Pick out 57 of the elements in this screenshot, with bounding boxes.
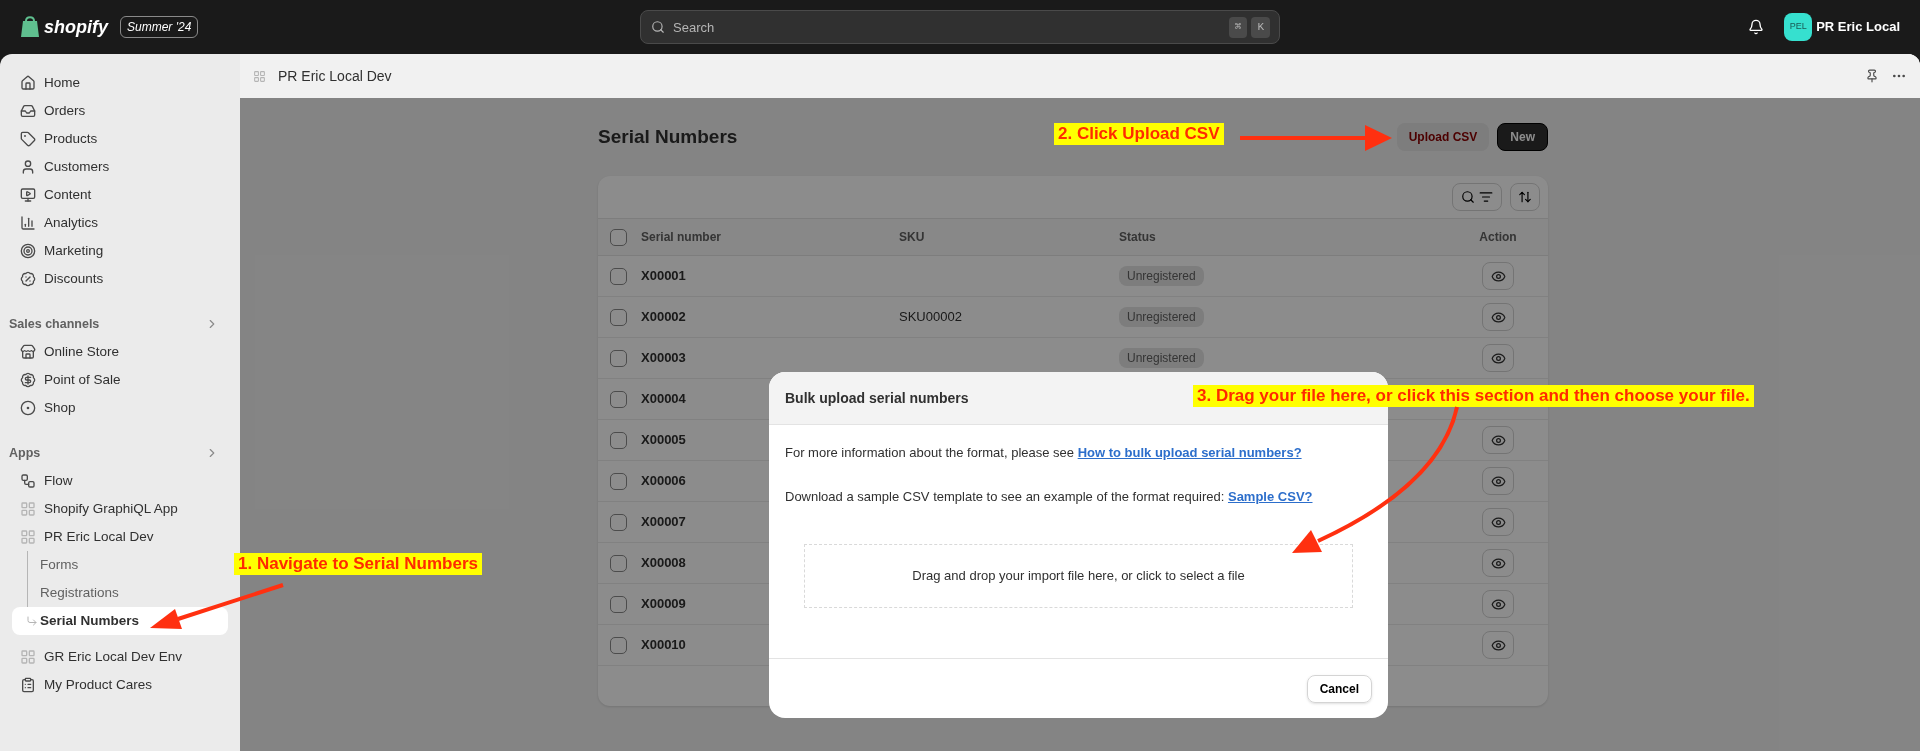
section-heading: Apps xyxy=(9,444,41,462)
store-name[interactable]: PR Eric Local xyxy=(1816,17,1900,37)
status-badge: Unregistered xyxy=(1119,266,1204,287)
column-header: Action xyxy=(1479,229,1517,246)
sidebar-item[interactable]: GR Eric Local Dev Env xyxy=(12,643,228,671)
column-header: Status xyxy=(1119,229,1157,246)
serial-cell: X00009 xyxy=(641,596,686,612)
shortcut-key: K xyxy=(1251,17,1270,38)
sidebar-item[interactable]: Serial Numbers xyxy=(12,607,228,635)
serial-cell: X00007 xyxy=(641,514,686,530)
serial-cell: X00002 xyxy=(641,309,686,325)
logo-text: shopify xyxy=(44,15,108,39)
sidebar-item[interactable]: Point of Sale xyxy=(12,366,228,394)
help-link[interactable]: How to bulk upload serial numbers? xyxy=(1077,445,1302,460)
help-link[interactable]: Sample CSV? xyxy=(1227,488,1313,504)
dialog-title: Bulk upload serial numbers xyxy=(785,388,969,408)
upload-csv-button[interactable]: Upload CSV xyxy=(1396,123,1490,151)
sidebar-item[interactable]: Registrations xyxy=(12,579,228,607)
serial-cell: X00004 xyxy=(641,391,686,407)
sidebar-item[interactable]: Analytics xyxy=(12,209,228,237)
page-title: Serial Numbers xyxy=(598,124,738,149)
sidebar-item[interactable]: Home xyxy=(12,69,228,97)
serial-cell: X00001 xyxy=(641,268,686,284)
serial-cell: X00003 xyxy=(641,350,686,366)
sidebar-item[interactable]: PR Eric Local Dev xyxy=(12,523,228,551)
serial-cell: X00005 xyxy=(641,432,686,448)
sidebar-item[interactable]: Forms xyxy=(12,551,228,579)
serial-cell: X00010 xyxy=(641,637,686,653)
sidebar-item[interactable]: Orders xyxy=(12,97,228,125)
sidebar-item[interactable]: Flow xyxy=(12,467,228,495)
sidebar-item[interactable]: Content xyxy=(12,181,228,209)
sidebar-item[interactable]: Shopify GraphiQL App xyxy=(12,495,228,523)
sidebar-item[interactable]: My Product Cares xyxy=(12,671,228,699)
info-text: For more information about the format, please see How to bulk upload serial numbers? xyxy=(785,444,1303,462)
sidebar-item[interactable]: Online Store xyxy=(12,338,228,366)
status-badge: Unregistered xyxy=(1119,348,1204,369)
info-text: Download a sample CSV template to see an example of the format required: Sample CSV? xyxy=(785,487,1314,506)
serial-cell: X00008 xyxy=(641,555,686,571)
sidebar-item[interactable]: Products xyxy=(12,125,228,153)
sidebar-item[interactable]: Discounts xyxy=(12,265,228,293)
store-avatar[interactable]: PEL xyxy=(1784,13,1813,41)
serial-cell: X00006 xyxy=(641,473,686,489)
sidebar-item[interactable]: Shop xyxy=(12,394,228,422)
sidebar-item[interactable]: Customers xyxy=(12,153,228,181)
edition-badge: Summer '24 xyxy=(120,16,199,38)
annotation-label: 3. Drag your file here, or click this section and then choose your file. xyxy=(1193,385,1754,407)
column-header: SKU xyxy=(899,229,926,246)
status-badge: Unregistered xyxy=(1119,307,1204,328)
annotation-label: 1. Navigate to Serial Numbers xyxy=(234,553,482,575)
new-button[interactable]: New xyxy=(1497,123,1548,151)
section-heading: Sales channels xyxy=(9,315,100,333)
cancel-button[interactable]: Cancel xyxy=(1306,674,1372,703)
app-title: PR Eric Local Dev xyxy=(278,66,392,86)
column-header: Serial number xyxy=(641,229,723,246)
annotation-label: 2. Click Upload CSV xyxy=(1054,123,1224,145)
sidebar-item[interactable]: Marketing xyxy=(12,237,228,265)
sku-cell: SKU00002 xyxy=(899,309,962,325)
